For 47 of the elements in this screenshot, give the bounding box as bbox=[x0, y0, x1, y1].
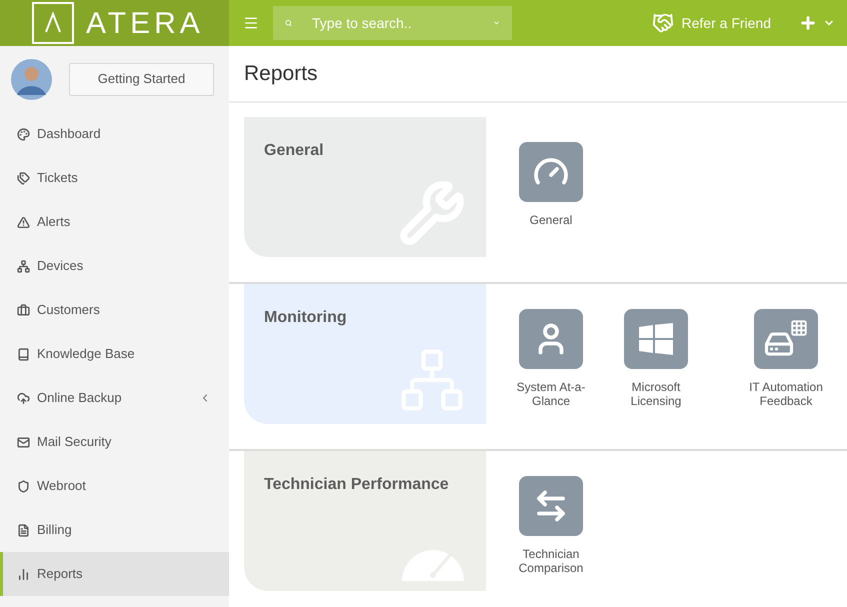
page-title: Reports bbox=[244, 60, 318, 87]
book-icon bbox=[17, 348, 30, 360]
report-tile[interactable]: General bbox=[501, 142, 601, 257]
sidebar-item[interactable]: Webroot bbox=[0, 464, 229, 508]
briefcase-icon bbox=[17, 304, 30, 316]
sidebar-item[interactable]: Online Backup bbox=[0, 376, 229, 420]
sidebar-item[interactable]: Dashboard bbox=[0, 112, 229, 156]
report-tile[interactable]: System At-a-Glance bbox=[501, 309, 601, 424]
sidebar-item[interactable]: Mail Security bbox=[0, 420, 229, 464]
report-label: Technician Comparison bbox=[518, 547, 584, 575]
getting-started-button[interactable]: Getting Started bbox=[69, 62, 214, 96]
logo-text: ATERA bbox=[86, 6, 204, 42]
sidebar-item[interactable]: Reports bbox=[0, 552, 229, 596]
category-title: General bbox=[264, 141, 325, 161]
search-bar[interactable]: Type to search.. bbox=[273, 6, 512, 40]
report-label: Microsoft Licensing bbox=[630, 380, 682, 408]
tags-icon bbox=[17, 172, 30, 184]
search-input[interactable]: Type to search.. bbox=[312, 12, 493, 34]
sidebar-item[interactable]: Customers bbox=[0, 288, 229, 332]
sidebar-item[interactable]: Devices bbox=[0, 244, 229, 288]
document-icon bbox=[17, 524, 30, 536]
sidebar-item[interactable]: Knowledge Base bbox=[0, 332, 229, 376]
sidebar-item[interactable]: Alerts bbox=[0, 200, 229, 244]
mail-icon bbox=[17, 436, 30, 448]
report-label: IT Automation Feedback bbox=[748, 380, 824, 408]
warning-icon bbox=[17, 216, 30, 228]
handshake-icon bbox=[652, 12, 674, 34]
report-tile[interactable]: Microsoft Licensing bbox=[606, 309, 706, 424]
avatar bbox=[11, 58, 52, 100]
sitemap-icon bbox=[17, 260, 30, 272]
bar-chart-icon bbox=[17, 568, 30, 580]
report-tile[interactable]: Technician Comparison bbox=[501, 476, 601, 591]
category-title: Monitoring bbox=[264, 308, 348, 328]
report-label: System At-a-Glance bbox=[516, 380, 586, 408]
sidebar-item[interactable]: Tickets bbox=[0, 156, 229, 200]
category-title: Technician Performance bbox=[264, 475, 450, 495]
sidebar-item[interactable]: Billing bbox=[0, 508, 229, 552]
menu-icon[interactable] bbox=[243, 15, 259, 31]
logo-icon bbox=[32, 2, 74, 44]
plus-icon bbox=[799, 14, 817, 32]
add-menu-button[interactable] bbox=[799, 14, 835, 32]
windows-logo-icon bbox=[639, 323, 673, 355]
palette-icon bbox=[17, 128, 30, 140]
shield-icon bbox=[17, 480, 30, 492]
report-label: General bbox=[530, 213, 572, 227]
report-tile[interactable]: IT Automation Feedback bbox=[736, 309, 836, 424]
cloud-upload-icon bbox=[17, 392, 30, 404]
